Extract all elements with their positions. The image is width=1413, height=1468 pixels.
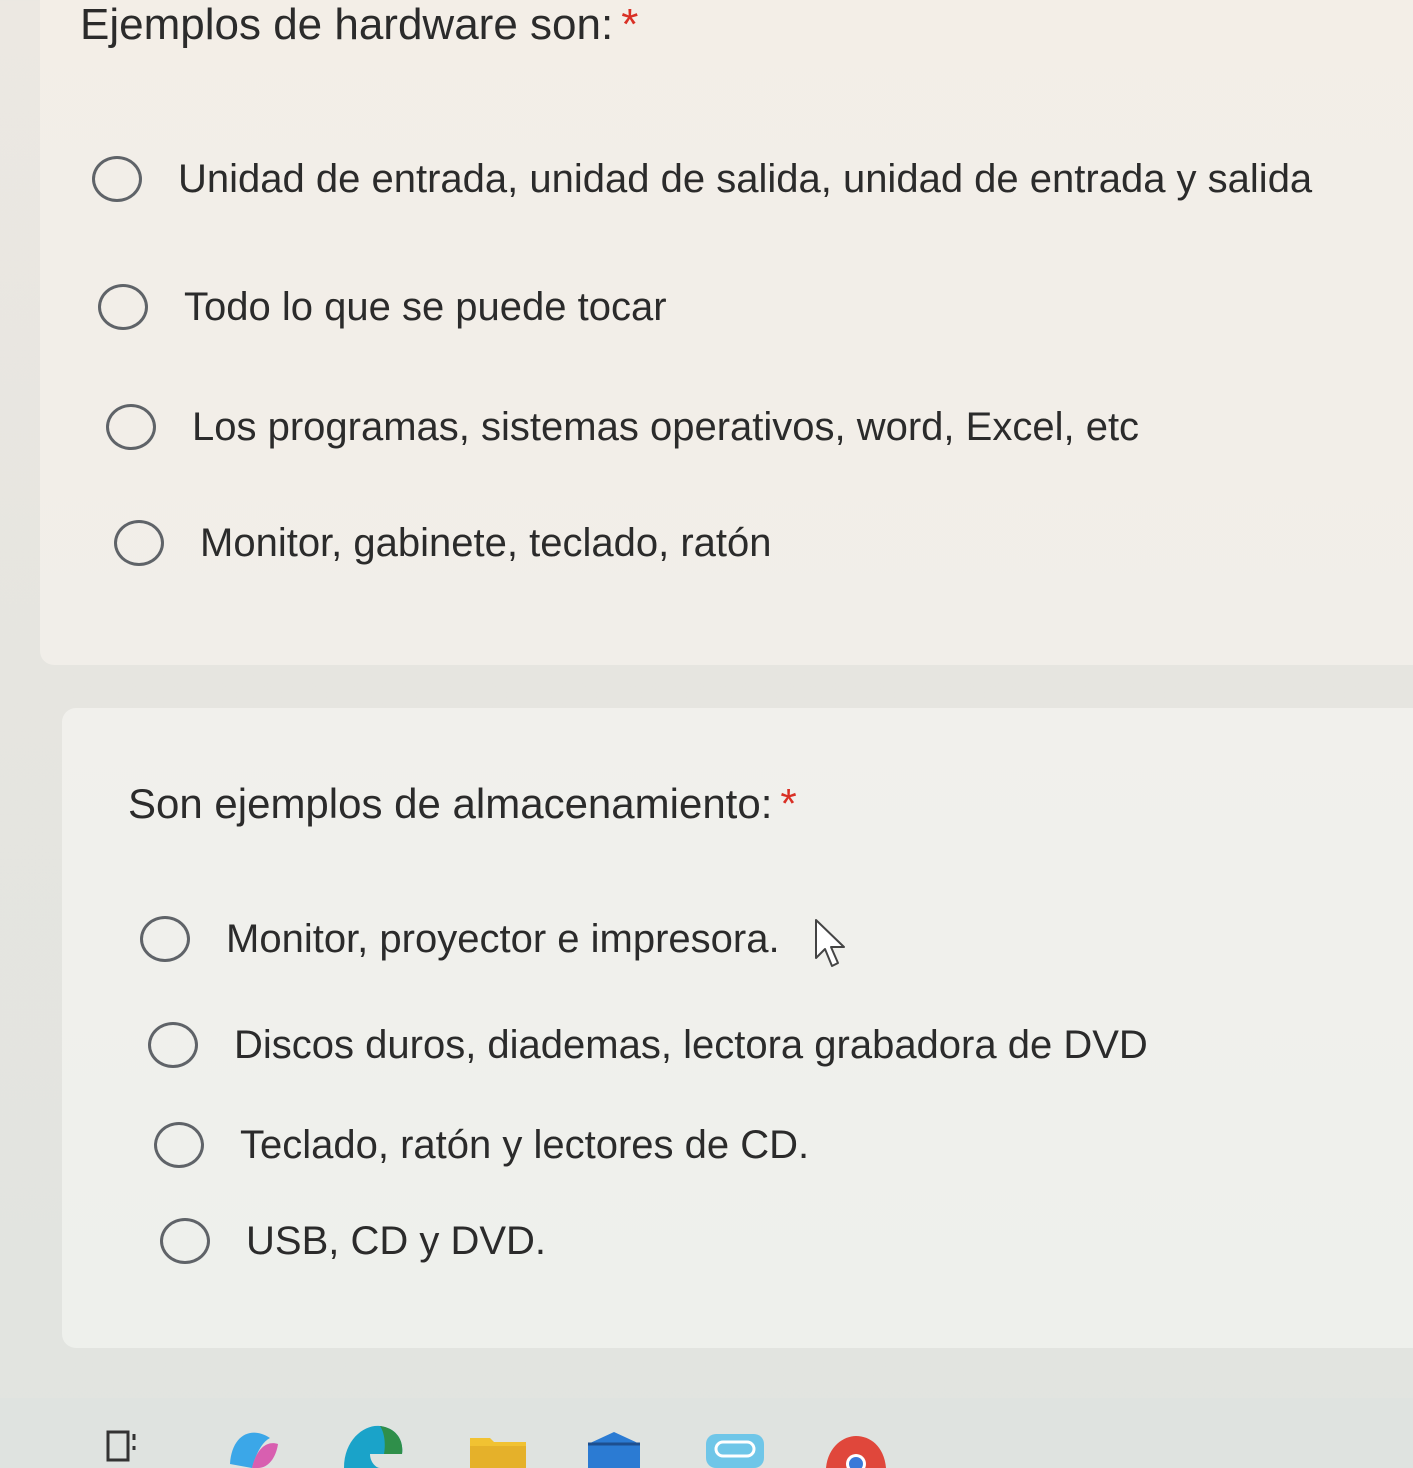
radio-option[interactable]: Todo lo que se puede tocar bbox=[98, 284, 667, 330]
file-explorer-icon[interactable] bbox=[468, 1432, 528, 1468]
radio-circle[interactable] bbox=[106, 404, 156, 450]
option-label: Los programas, sistemas operativos, word… bbox=[192, 404, 1140, 449]
option-label: Teclado, ratón y lectores de CD. bbox=[240, 1122, 810, 1167]
radio-circle[interactable] bbox=[160, 1218, 210, 1264]
radio-circle[interactable] bbox=[114, 520, 164, 566]
question-title-storage: Son ejemplos de almacenamiento: * bbox=[128, 780, 797, 828]
radio-option[interactable]: Unidad de entrada, unidad de salida, uni… bbox=[92, 156, 1312, 202]
radio-option[interactable]: Discos duros, diademas, lectora grabador… bbox=[148, 1022, 1148, 1068]
app-icon[interactable] bbox=[704, 1430, 766, 1468]
radio-circle[interactable] bbox=[140, 916, 190, 962]
edge-icon[interactable] bbox=[340, 1420, 406, 1468]
option-label: Monitor, proyector e impresora. bbox=[226, 916, 780, 961]
required-asterisk: * bbox=[780, 780, 797, 827]
radio-option[interactable]: USB, CD y DVD. bbox=[160, 1218, 546, 1264]
chrome-icon[interactable] bbox=[824, 1434, 888, 1468]
option-label: Unidad de entrada, unidad de salida, uni… bbox=[178, 156, 1313, 201]
option-label: Todo lo que se puede tocar bbox=[184, 284, 667, 329]
radio-option[interactable]: Los programas, sistemas operativos, word… bbox=[106, 404, 1139, 450]
question-text: Son ejemplos de almacenamiento: bbox=[128, 780, 773, 827]
radio-circle[interactable] bbox=[98, 284, 148, 330]
option-label: Monitor, gabinete, teclado, ratón bbox=[200, 520, 772, 565]
store-icon[interactable] bbox=[584, 1430, 644, 1468]
question-text: Ejemplos de hardware son: bbox=[80, 0, 614, 49]
option-label: USB, CD y DVD. bbox=[246, 1218, 547, 1263]
question-title-hardware: Ejemplos de hardware son: * bbox=[80, 0, 638, 50]
radio-circle[interactable] bbox=[148, 1022, 198, 1068]
radio-option[interactable]: Teclado, ratón y lectores de CD. bbox=[154, 1122, 809, 1168]
mouse-pointer-icon bbox=[815, 919, 845, 967]
radio-option[interactable]: Monitor, gabinete, teclado, ratón bbox=[114, 520, 771, 566]
radio-option[interactable]: Monitor, proyector e impresora. bbox=[140, 916, 780, 962]
task-view-icon[interactable] bbox=[104, 1428, 144, 1464]
option-label: Discos duros, diademas, lectora grabador… bbox=[234, 1022, 1148, 1067]
copilot-icon[interactable] bbox=[222, 1424, 282, 1468]
radio-circle[interactable] bbox=[92, 156, 142, 202]
radio-circle[interactable] bbox=[154, 1122, 204, 1168]
required-asterisk: * bbox=[621, 0, 639, 49]
